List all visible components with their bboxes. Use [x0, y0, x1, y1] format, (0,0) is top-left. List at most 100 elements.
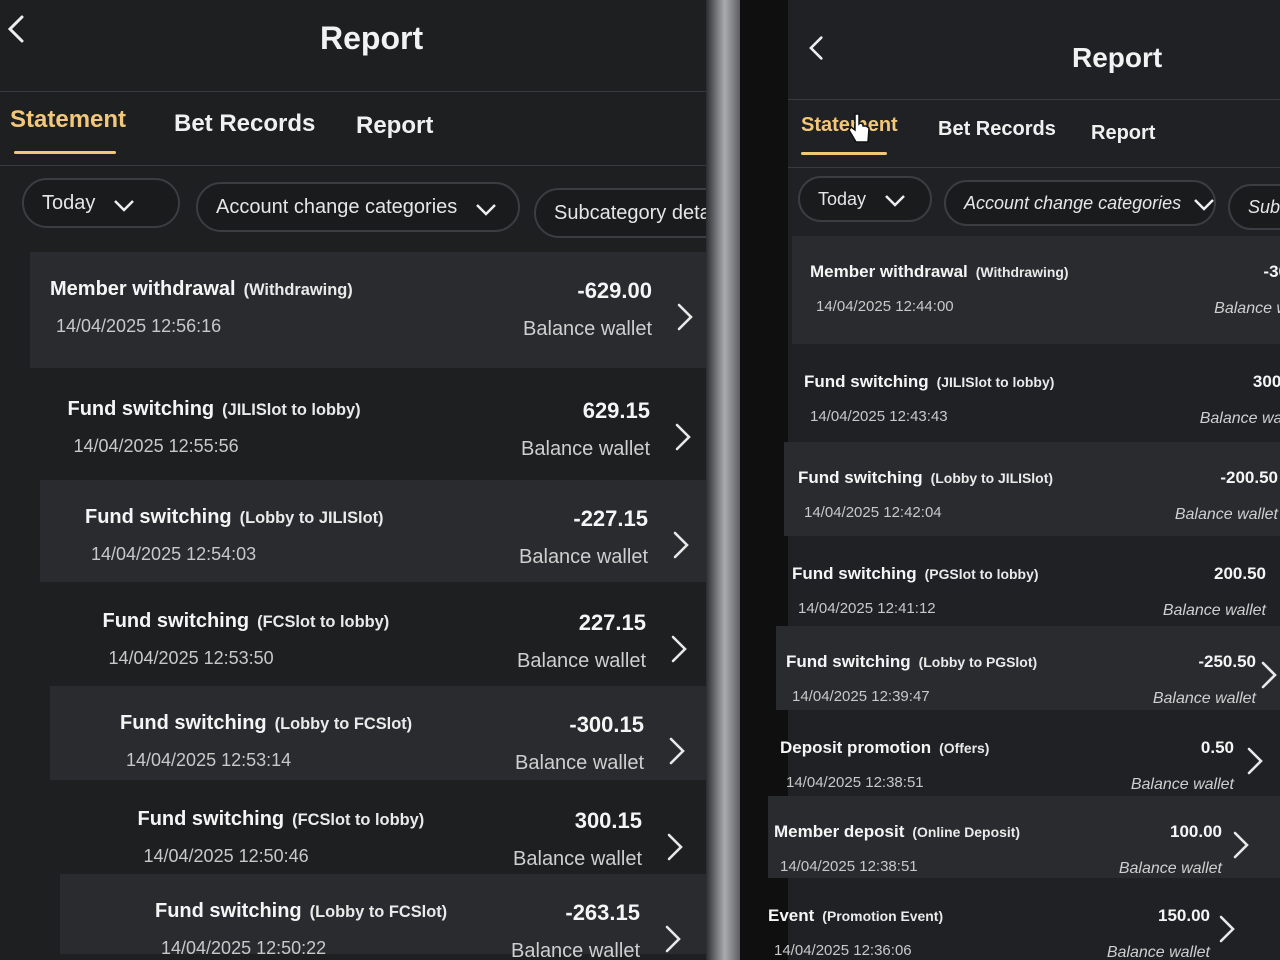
transaction-amount: 227.15	[578, 610, 646, 635]
date-filter-dropdown[interactable]: Today	[22, 178, 180, 228]
list-item[interactable]: Fund switching (Lobby to FCSlot) 14/04/202…	[50, 686, 706, 780]
transaction-subcategory: (Online Deposit)	[912, 824, 1020, 840]
transaction-amount: -30	[1263, 262, 1280, 281]
transaction-time: 14/04/2025 12:41:12	[798, 600, 936, 617]
list-item[interactable]: Fund switching (Lobby to FCSlot) 14/04/202…	[60, 874, 706, 960]
tab-report[interactable]: Report	[356, 112, 433, 140]
transaction-subcategory: (Offers)	[939, 740, 990, 756]
back-arrow-icon[interactable]	[804, 34, 830, 62]
transaction-amount: -250.50	[1198, 652, 1256, 671]
transaction-amount: -200.50	[1220, 468, 1278, 487]
row-title: Fund switching (FCSlot to lobby)	[138, 808, 425, 831]
tab-report[interactable]: Report	[1091, 122, 1155, 145]
transaction-category: Member withdrawal	[810, 262, 968, 281]
page-title: Report	[320, 20, 424, 56]
row-title: Event (Promotion Event)	[768, 906, 943, 926]
transaction-amount: 629.15	[582, 398, 650, 423]
transaction-time: 14/04/2025 12:38:51	[780, 858, 918, 875]
chevron-right-icon	[666, 832, 684, 862]
transaction-subcategory: (PGSlot to lobby)	[924, 566, 1039, 582]
transaction-subcategory: (Lobby to FCSlot)	[274, 715, 413, 733]
wallet-label: Balance wallet	[511, 940, 640, 960]
transaction-time: 14/04/2025 12:39:47	[792, 688, 930, 705]
row-title: Fund switching (Lobby to FCSlot)	[120, 712, 412, 735]
chevron-right-icon	[1246, 746, 1264, 776]
row-title: Member withdrawal (Withdrawing)	[810, 262, 1069, 282]
wallet-label: Balance wallet	[1174, 506, 1278, 523]
chevron-down-icon	[1193, 196, 1215, 211]
list-item[interactable]: Event (Promotion Event) 14/04/2025 12:36:0…	[764, 880, 1280, 960]
transaction-amount: -227.15	[573, 506, 648, 531]
transaction-amount: 0.50	[1200, 738, 1234, 757]
chevron-right-icon	[664, 924, 682, 954]
subcategory-filter-value: Subcategory deta	[554, 201, 706, 224]
tab-bet-records[interactable]: Bet Records	[938, 118, 1056, 141]
transaction-subcategory: (JILISlot to lobby)	[222, 401, 361, 419]
tab-bar: Statement Bet Records Report	[788, 100, 1280, 168]
transaction-subcategory: (JILISlot to lobby)	[936, 374, 1055, 390]
transaction-category: Deposit promotion	[780, 738, 932, 757]
transaction-time: 14/04/2025 12:56:16	[56, 316, 222, 336]
list-item[interactable]: Member deposit (Online Deposit) 14/04/2025…	[768, 796, 1280, 878]
wallet-label: Balance wallet	[1162, 602, 1266, 619]
tab-bet-records[interactable]: Bet Records	[174, 110, 315, 138]
transaction-time: 14/04/2025 12:55:56	[73, 436, 239, 456]
subcategory-filter-dropdown[interactable]: Subc	[1228, 184, 1280, 230]
transaction-time: 14/04/2025 12:38:51	[786, 774, 924, 791]
wallet-label: Balance wallet	[521, 438, 650, 460]
wallet-label: Balance w	[1214, 300, 1280, 317]
tab-bar: Statement Bet Records Report	[0, 92, 706, 166]
transaction-amount: -263.15	[565, 900, 640, 925]
wallet-label: Balance wal	[1199, 410, 1280, 427]
chevron-down-icon	[884, 192, 906, 207]
chevron-down-icon	[113, 196, 135, 212]
list-item[interactable]: Member withdrawal (Withdrawing) 14/04/2025…	[792, 236, 1280, 344]
transaction-amount: 300.15	[574, 808, 642, 833]
page-title: Report	[1072, 42, 1163, 73]
transaction-time: 14/04/2025 12:43:43	[810, 408, 948, 425]
row-title: Member withdrawal (Withdrawing)	[50, 278, 353, 301]
category-filter-value: Account change categories	[964, 192, 1182, 213]
transaction-category: Fund switching	[85, 506, 232, 528]
category-filter-dropdown[interactable]: Account change categories	[944, 180, 1216, 226]
transaction-time: 14/04/2025 12:44:00	[816, 298, 954, 315]
back-arrow-icon[interactable]	[2, 14, 32, 44]
list-item[interactable]: Fund switching (Lobby to PGSlot) 14/04/202…	[776, 626, 1280, 710]
transaction-category: Fund switching	[120, 712, 267, 734]
row-title: Fund switching (PGSlot to lobby)	[792, 564, 1038, 584]
list-item[interactable]: Member withdrawal (Withdrawing) 14/04/2025…	[30, 252, 706, 368]
list-item[interactable]: Fund switching (FCSlot to lobby) 14/04/202…	[45, 584, 706, 684]
list-item[interactable]: Fund switching (PGSlot to lobby) 14/04/202…	[780, 538, 1280, 624]
category-filter-dropdown[interactable]: Account change categories	[196, 182, 520, 232]
transaction-category: Fund switching	[102, 610, 250, 632]
transaction-time: 14/04/2025 12:53:14	[126, 750, 292, 770]
transaction-time: 14/04/2025 12:36:06	[774, 942, 912, 959]
transaction-subcategory: (Lobby to FCSlot)	[309, 903, 448, 921]
date-filter-dropdown[interactable]: Today	[798, 176, 932, 222]
wallet-label: Balance wallet	[517, 650, 646, 672]
transaction-time: 14/04/2025 12:53:50	[108, 648, 274, 668]
row-title: Fund switching (FCSlot to lobby)	[103, 610, 390, 633]
subcategory-filter-dropdown[interactable]: Subcategory deta	[534, 188, 706, 238]
chevron-right-icon	[676, 302, 694, 332]
row-title: Fund switching (Lobby to FCSlot)	[155, 900, 447, 923]
transaction-category: Member withdrawal	[50, 278, 236, 300]
hand-cursor-icon	[846, 112, 872, 146]
wallet-label: Balance wallet	[515, 752, 644, 774]
list-item[interactable]: Fund switching (FCSlot to lobby) 14/04/202…	[55, 782, 706, 872]
transaction-category: Fund switching	[786, 652, 911, 671]
row-title: Fund switching (Lobby to JILISlot)	[85, 506, 384, 529]
list-item[interactable]: Deposit promotion (Offers) 14/04/2025 12:3…	[772, 712, 1280, 794]
transaction-category: Fund switching	[798, 468, 923, 487]
tab-statement[interactable]: Statement	[10, 106, 126, 134]
list-item[interactable]: Fund switching (Lobby to JILISlot) 14/04/2…	[40, 480, 706, 582]
filter-bar: Today Account change categories Subcateg…	[0, 172, 706, 238]
chevron-right-icon	[668, 736, 686, 766]
list-item[interactable]: Fund switching (JILISlot to lobby) 14/04/2…	[35, 372, 706, 478]
chevron-right-icon	[672, 530, 690, 560]
list-item[interactable]: Fund switching (Lobby to JILISlot) 14/04/2…	[784, 442, 1280, 536]
wallet-label: Balance wallet	[513, 848, 642, 870]
list-item[interactable]: Fund switching (JILISlot to lobby) 14/04/2…	[788, 346, 1280, 440]
transaction-subcategory: (Lobby to JILISlot)	[239, 509, 384, 527]
chevron-right-icon	[1218, 914, 1236, 944]
